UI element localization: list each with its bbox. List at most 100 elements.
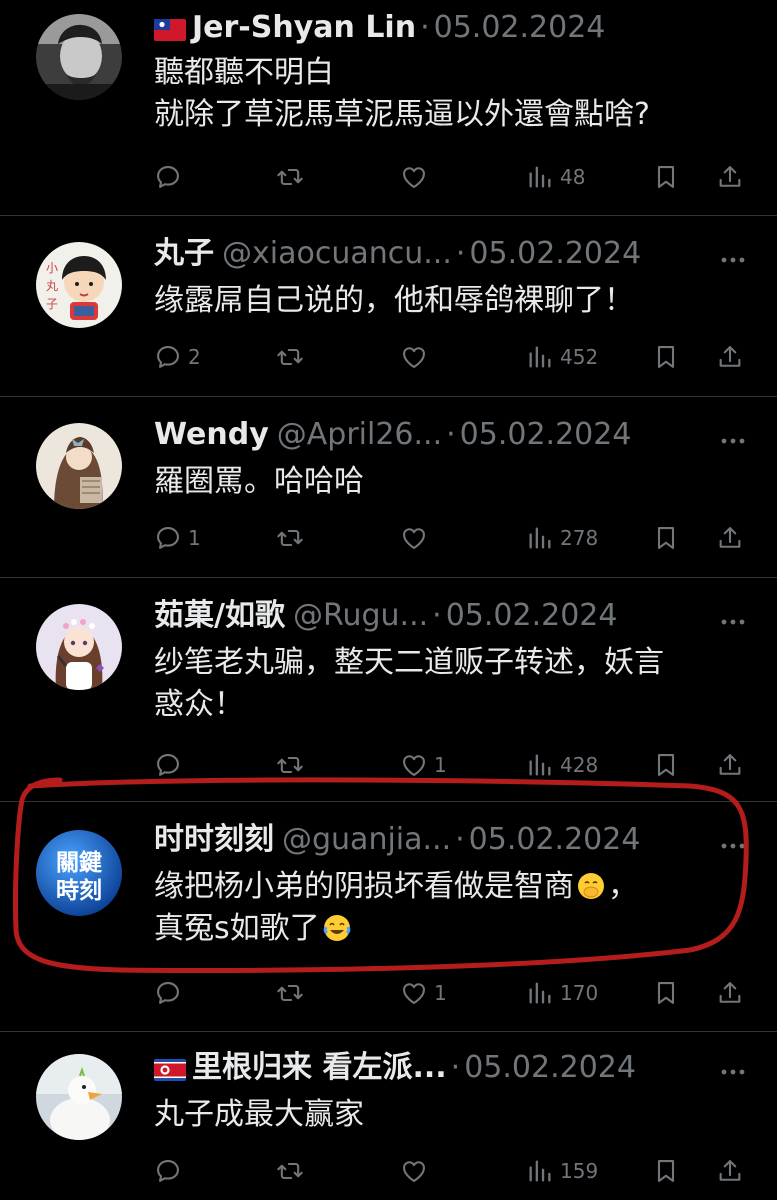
share-button[interactable] <box>716 1154 744 1188</box>
tweet-text: 丸子成最大赢家 <box>154 1094 754 1136</box>
more-button[interactable] <box>719 604 747 640</box>
more-button[interactable] <box>719 828 747 864</box>
author-name[interactable]: 丸子 <box>154 236 214 271</box>
avatar[interactable] <box>36 604 122 690</box>
bookmark-button[interactable] <box>652 1154 680 1188</box>
retweet-icon <box>276 1157 304 1185</box>
views-button[interactable]: 278 <box>526 521 598 555</box>
retweet-icon <box>276 343 304 371</box>
views-button[interactable]: 170 <box>526 976 598 1010</box>
more-icon <box>721 618 745 626</box>
author-handle[interactable]: @April26... <box>277 417 442 452</box>
tweet-text-line: 聽都聽不明白 <box>154 55 334 90</box>
tweet-text: 羅圈罵。哈哈哈 <box>154 461 754 503</box>
tweet-actions: 159 <box>154 1154 744 1188</box>
reply-button[interactable] <box>154 160 182 194</box>
author-handle[interactable]: @guanjia... <box>282 822 451 857</box>
retweet-button[interactable] <box>276 1154 304 1188</box>
more-button[interactable] <box>719 242 747 278</box>
tweet-date[interactable]: 05.02.2024 <box>469 822 641 857</box>
retweet-button[interactable] <box>276 748 304 782</box>
bookmark-button[interactable] <box>652 748 680 782</box>
author-handle[interactable]: @xiaocuancu... <box>222 236 452 271</box>
more-button[interactable] <box>719 1054 747 1090</box>
tweet-date[interactable]: 05.02.2024 <box>464 1050 636 1085</box>
bookmark-button[interactable] <box>652 976 680 1010</box>
like-button[interactable] <box>400 340 428 374</box>
retweet-button[interactable] <box>276 521 304 555</box>
share-icon <box>716 343 744 371</box>
more-icon <box>721 256 745 264</box>
tweet-date[interactable]: 05.02.2024 <box>469 236 641 271</box>
tweet-actions: 1 428 <box>154 748 744 782</box>
face-with-hand-over-mouth-icon <box>576 871 606 901</box>
author-name[interactable]: Wendy <box>154 417 269 452</box>
bookmark-button[interactable] <box>652 340 680 374</box>
share-button[interactable] <box>716 521 744 555</box>
bookmark-icon <box>652 163 680 191</box>
views-button[interactable]: 48 <box>526 160 585 194</box>
tweet-item[interactable]: Wendy @April26... · 05.02.2024 羅圈罵。哈哈哈 1 27… <box>0 397 777 578</box>
like-button[interactable] <box>400 160 428 194</box>
reply-button[interactable]: 1 <box>154 521 201 555</box>
retweet-button[interactable] <box>276 340 304 374</box>
like-button[interactable]: 1 <box>400 976 447 1010</box>
avatar[interactable] <box>36 423 122 509</box>
avatar[interactable]: 關鍵 時刻 <box>36 830 122 916</box>
views-button[interactable]: 159 <box>526 1154 598 1188</box>
retweet-button[interactable] <box>276 160 304 194</box>
like-count: 1 <box>434 753 447 777</box>
share-button[interactable] <box>716 748 744 782</box>
reply-button[interactable]: 2 <box>154 340 201 374</box>
tweet-item[interactable]: 里根归来 看左派... · 05.02.2024 丸子成最大赢家 159 <box>0 1032 777 1200</box>
tweet-date[interactable]: 05.02.2024 <box>434 10 606 45</box>
more-icon <box>721 437 745 445</box>
author-name[interactable]: 时时刻刻 <box>154 822 274 857</box>
share-button[interactable] <box>716 340 744 374</box>
views-button[interactable]: 428 <box>526 748 598 782</box>
bookmark-button[interactable] <box>652 521 680 555</box>
tweet-text: 缘露屌自己说的，他和辱鸽裸聊了！ <box>154 280 754 322</box>
tweet-date[interactable]: 05.02.2024 <box>446 598 618 633</box>
more-button[interactable] <box>719 423 747 459</box>
tweet-text-line: 纱笔老丸骗，整天二道贩子转述，妖言 <box>154 645 664 680</box>
share-button[interactable] <box>716 976 744 1010</box>
tweet-actions: 2 452 <box>154 340 744 374</box>
tweet-header: 时时刻刻 @guanjia... · 05.02.2024 <box>154 822 641 857</box>
tweet-header: 丸子 @xiaocuancu... · 05.02.2024 <box>154 236 642 271</box>
views-button[interactable]: 452 <box>526 340 598 374</box>
views-count: 452 <box>560 345 599 369</box>
like-button[interactable] <box>400 521 428 555</box>
like-count: 1 <box>434 981 447 1005</box>
avatar[interactable]: 小 丸 子 <box>36 242 122 328</box>
retweet-button[interactable] <box>276 976 304 1010</box>
author-name[interactable]: 里根归来 看左派... <box>192 1050 447 1085</box>
reply-count: 2 <box>188 345 201 369</box>
bookmark-button[interactable] <box>652 160 680 194</box>
reply-button[interactable] <box>154 748 182 782</box>
author-name[interactable]: Jer-Shyan Lin <box>192 10 416 45</box>
author-handle[interactable]: @Rugu... <box>293 598 428 633</box>
tweet-header: 茹菓/如歌 @Rugu... · 05.02.2024 <box>154 598 618 633</box>
reply-icon <box>154 1157 182 1185</box>
tweet-text: 纱笔老丸骗，整天二道贩子转述，妖言 惑众！ <box>154 642 754 726</box>
author-name[interactable]: 茹菓/如歌 <box>154 598 285 633</box>
tweet-item[interactable]: 關鍵 時刻 时时刻刻 @guanjia... · 05.02.2024 缘把杨小弟的阴… <box>0 802 777 1032</box>
tweet-item[interactable]: 小 丸 子 丸子 @xiaocuancu... · 05.02.2024 缘露屌自己说… <box>0 216 777 397</box>
like-icon <box>400 1157 428 1185</box>
tweet-text-line: 缘露屌自己说的，他和辱鸽裸聊了！ <box>154 283 634 318</box>
tweet-actions: 1 170 <box>154 976 744 1010</box>
tweet-item[interactable]: 茹菓/如歌 @Rugu... · 05.02.2024 纱笔老丸骗，整天二道贩子转述，… <box>0 578 777 802</box>
tweet-date[interactable]: 05.02.2024 <box>460 417 632 452</box>
avatar[interactable] <box>36 1054 122 1140</box>
reply-button[interactable] <box>154 976 182 1010</box>
reply-button[interactable] <box>154 1154 182 1188</box>
like-button[interactable]: 1 <box>400 748 447 782</box>
tweet-item[interactable]: Jer-Shyan Lin · 05.02.2024 聽都聽不明白 就除了草泥馬草泥… <box>0 0 777 216</box>
taiwan-flag-icon <box>154 14 186 46</box>
like-button[interactable] <box>400 1154 428 1188</box>
share-button[interactable] <box>716 160 744 194</box>
retweet-icon <box>276 524 304 552</box>
reply-icon <box>154 751 182 779</box>
avatar[interactable] <box>36 14 122 100</box>
